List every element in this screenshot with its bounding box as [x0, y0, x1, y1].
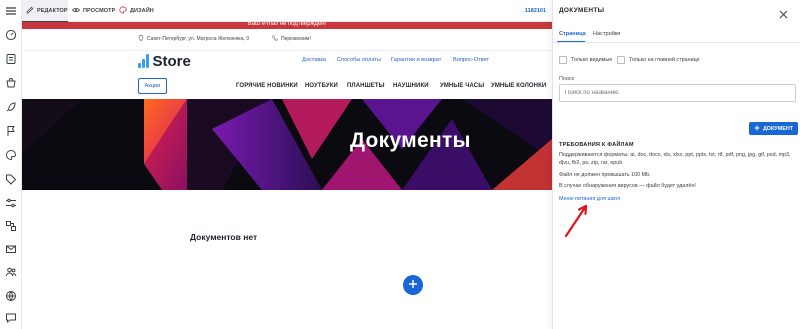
email-warning-banner: Ваш e-mail не подтверждён! [22, 22, 552, 29]
category-headphones[interactable]: НАУШНИКИ [393, 83, 429, 89]
checkbox-only-visible[interactable]: Только видимые [559, 56, 612, 64]
tab-design[interactable]: ДИЗАЙН [119, 0, 154, 22]
search-input[interactable] [559, 84, 796, 102]
rocket-icon[interactable] [5, 101, 17, 113]
site-preview: Ваш e-mail не подтверждён! Санкт-Петербу… [22, 22, 552, 329]
panel-title: ДОКУМЕНТЫ [559, 7, 605, 14]
shop-icon[interactable] [5, 77, 17, 89]
formats-text: Поддерживаются форматы: ai, doc, docx, x… [559, 152, 791, 166]
tab-design-label: ДИЗАЙН [130, 8, 154, 14]
hero-background [22, 99, 552, 190]
chat-icon[interactable] [5, 312, 17, 324]
hero-title: Документы [350, 129, 471, 152]
plus-icon [408, 276, 418, 294]
contact-row: Санкт-Петербург, ул. Матроса Железняка, … [22, 29, 552, 51]
logo-icon [138, 54, 149, 68]
editor-topbar: РЕДАКТОР ПРОСМОТР ДИЗАЙН 1182101 [22, 0, 552, 22]
checkbox-only-homepage[interactable]: Только на главной странице [617, 56, 700, 64]
callback-text: Перезвоним! [281, 36, 311, 42]
checkbox-only-homepage-label: Только на главной странице [629, 57, 700, 63]
checkbox-only-visible-label: Только видимые [571, 57, 613, 63]
site-logo[interactable]: Store [138, 52, 191, 70]
tag-icon[interactable] [5, 173, 17, 185]
phone-icon [272, 35, 279, 43]
add-document-label: ДОКУМЕНТ [762, 125, 794, 132]
globe-icon[interactable] [5, 290, 17, 302]
checkbox-box[interactable] [617, 56, 625, 64]
nav-link-guarantee[interactable]: Гарантии и возврат [391, 57, 441, 63]
tab-editor-label: РЕДАКТОР [37, 7, 68, 14]
tabs-divider [553, 42, 800, 43]
nav-link-payment[interactable]: Способы оплаты [337, 57, 381, 63]
integrations-icon[interactable] [5, 220, 17, 232]
pages-icon[interactable] [5, 53, 17, 65]
empty-state-text: Документов нет [190, 232, 258, 242]
address: Санкт-Петербург, ул. Матроса Железняка, … [138, 35, 249, 43]
edit-icon [26, 6, 34, 16]
users-icon[interactable] [5, 266, 17, 278]
left-sidebar [0, 0, 22, 329]
tab-preview[interactable]: ПРОСМОТР [72, 0, 115, 22]
site-id: 1182101 [524, 8, 546, 14]
documents-panel: ДОКУМЕНТЫ Страница Настройки Только види… [552, 0, 800, 329]
hero-banner: Документы [22, 99, 552, 190]
requirements-title: ТРЕБОВАНИЯ К ФАЙЛАМ [559, 142, 634, 148]
eye-icon [72, 6, 80, 16]
add-document-fab[interactable] [403, 275, 423, 295]
promo-button[interactable]: Акции [138, 78, 167, 94]
close-icon[interactable] [779, 6, 788, 19]
mail-icon[interactable] [5, 243, 17, 255]
palette-icon[interactable] [5, 149, 17, 161]
tab-editor[interactable]: РЕДАКТОР [22, 0, 68, 22]
annotation-arrow [564, 204, 588, 238]
checkbox-box[interactable] [559, 56, 567, 64]
palette-icon [119, 6, 127, 16]
virus-warning-text: В случае обнаружения вирусов — файл буде… [559, 183, 696, 189]
tab-preview-label: ПРОСМОТР [83, 8, 116, 14]
flag-icon[interactable] [5, 125, 17, 137]
address-text: Санкт-Петербург, ул. Матроса Железняка, … [147, 36, 250, 42]
add-document-button[interactable]: ДОКУМЕНТ [749, 122, 798, 135]
tab-settings[interactable]: Настройки [593, 31, 620, 37]
sliders-icon[interactable] [5, 197, 17, 209]
category-tablets[interactable]: ПЛАНШЕТЫ [347, 83, 385, 89]
plus-icon [754, 125, 760, 133]
nav-link-faq[interactable]: Вопрос-Ответ [453, 57, 489, 63]
category-smartwatches[interactable]: УМНЫЕ ЧАСЫ [440, 83, 484, 89]
dashboard-icon[interactable] [5, 29, 17, 41]
category-new[interactable]: ГОРЯЧИЕ НОВИНКИ [236, 83, 298, 89]
search-label: Поиск [559, 76, 574, 82]
nav-link-delivery[interactable]: Доставка [302, 57, 326, 63]
category-speakers[interactable]: УМНЫЕ КОЛОНКИ [491, 83, 546, 89]
tab-page[interactable]: Страница [559, 31, 586, 37]
callback[interactable]: Перезвоним! [272, 35, 311, 43]
category-laptops[interactable]: НОУТБУКИ [305, 83, 338, 89]
location-icon [138, 35, 144, 43]
menu-icon[interactable] [5, 5, 17, 17]
size-limit-text: Файл не должен превышать 100 Mb. [559, 172, 651, 178]
logo-text: Store [152, 52, 191, 70]
